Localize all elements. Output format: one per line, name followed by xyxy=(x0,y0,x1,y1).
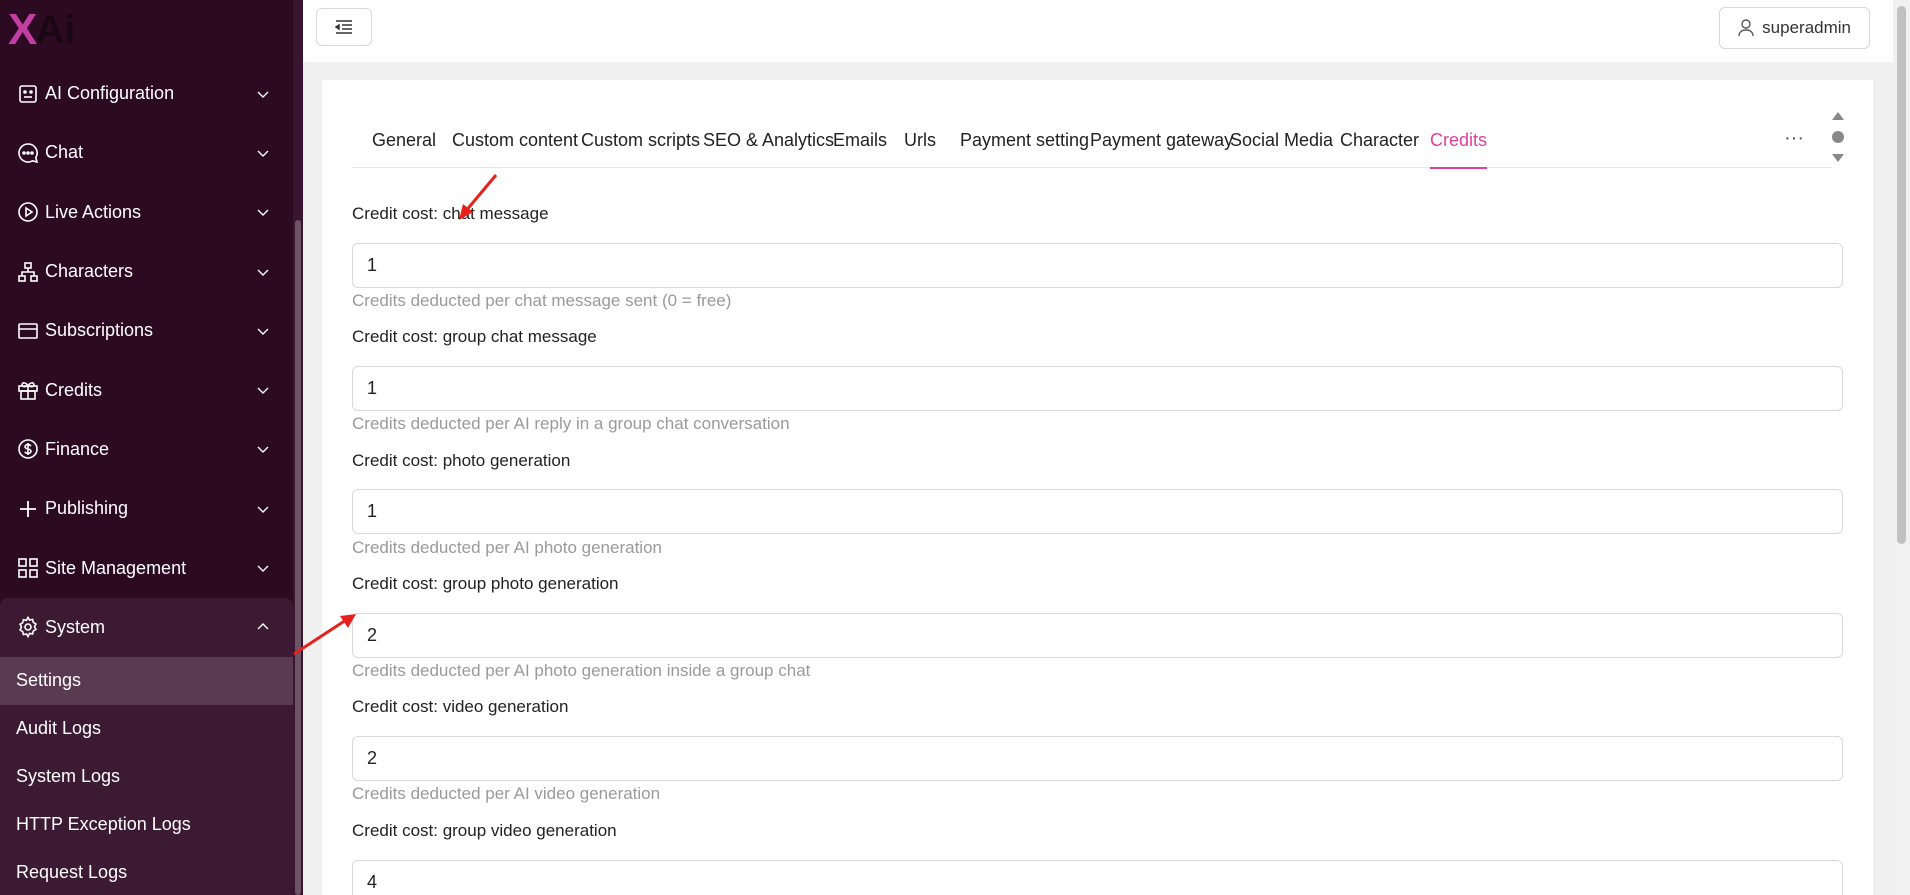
sidebar-item-live-actions[interactable]: Live Actions xyxy=(0,183,293,242)
sidebar-item-label: Subscriptions xyxy=(45,320,154,341)
menu-toggle-button[interactable] xyxy=(316,8,372,46)
sidebar-item-label: Publishing xyxy=(45,498,129,519)
grid-icon xyxy=(17,557,39,579)
tab-payment-gateway[interactable]: Payment gateway xyxy=(1090,118,1233,168)
tab-urls[interactable]: Urls xyxy=(904,118,936,168)
chevron-down-icon xyxy=(257,328,269,335)
tab-character[interactable]: Character xyxy=(1340,118,1419,168)
field-label-chat-message: Credit cost: chat message xyxy=(352,204,549,223)
settings-card: General Custom content Custom scripts SE… xyxy=(322,80,1873,895)
sidebar-subitem-http-exception-logs[interactable]: HTTP Exception Logs xyxy=(0,800,293,849)
tab-custom-scripts[interactable]: Custom scripts xyxy=(581,118,700,168)
field-label-group-photo-generation: Credit cost: group photo generation xyxy=(352,574,619,593)
sidebar-item-label: Characters xyxy=(45,261,134,282)
sidebar-subitem-settings[interactable]: Settings xyxy=(0,656,293,705)
field-label-group-chat-message: Credit cost: group chat message xyxy=(352,327,597,346)
chevron-down-icon xyxy=(257,209,269,217)
chevron-up-icon xyxy=(257,623,269,630)
hierarchy-icon xyxy=(17,261,39,283)
photo-generation-cost-input[interactable] xyxy=(352,489,1843,534)
logo: X Ai xyxy=(8,8,75,52)
gift-icon xyxy=(17,379,39,401)
page-scrollbar[interactable] xyxy=(1893,0,1910,895)
tab-custom-content[interactable]: Custom content xyxy=(452,118,578,168)
gear-icon xyxy=(17,616,39,639)
card-icon xyxy=(17,320,39,342)
play-circle-icon xyxy=(17,201,39,223)
sidebar-nav: AI Configuration Chat Live Actions Chara… xyxy=(0,64,293,895)
sidebar-subitem-audit-logs[interactable]: Audit Logs xyxy=(0,704,293,753)
field-help-group-photo-generation: Credits deducted per AI photo generation… xyxy=(352,661,811,680)
sidebar-item-finance[interactable]: Finance xyxy=(0,420,293,479)
tab-payment-setting[interactable]: Payment setting xyxy=(960,118,1089,168)
tab-more-button[interactable]: ··· xyxy=(1784,118,1804,168)
sidebar-scrollbar-thumb[interactable] xyxy=(295,220,301,895)
sidebar-item-subscriptions[interactable]: Subscriptions xyxy=(0,301,293,360)
sidebar-item-characters[interactable]: Characters xyxy=(0,242,293,301)
field-label-video-generation: Credit cost: video generation xyxy=(352,697,569,716)
chat-bubble-icon xyxy=(17,142,39,164)
tab-seo-analytics[interactable]: SEO & Analytics xyxy=(703,118,834,168)
user-icon xyxy=(1738,19,1754,37)
field-help-photo-generation: Credits deducted per AI photo generation xyxy=(352,538,662,557)
user-name: superadmin xyxy=(1762,18,1851,37)
topbar: superadmin xyxy=(303,0,1893,62)
sidebar-item-label: Credits xyxy=(45,379,103,400)
tab-credits[interactable]: Credits xyxy=(1430,118,1488,169)
field-help-video-generation: Credits deducted per AI video generation xyxy=(352,784,661,803)
group-chat-message-cost-input[interactable] xyxy=(352,366,1843,411)
group-video-generation-cost-input[interactable] xyxy=(352,860,1843,895)
sidebar-item-publishing[interactable]: Publishing xyxy=(0,479,293,538)
chevron-down-icon xyxy=(257,150,269,157)
field-help-chat-message: Credits deducted per chat message sent (… xyxy=(352,291,732,310)
tab-general[interactable]: General xyxy=(372,118,436,168)
chevron-down-icon xyxy=(257,446,269,454)
video-generation-cost-input[interactable] xyxy=(352,736,1843,781)
tab-social-media[interactable]: Social Media xyxy=(1230,118,1333,168)
sidebar: X Ai AI Configuration Chat Live Actions xyxy=(0,0,303,895)
logo-ai: Ai xyxy=(35,8,76,52)
robot-icon xyxy=(17,83,39,105)
tab-scroll-control[interactable] xyxy=(1830,110,1846,164)
logo-x: X xyxy=(8,5,37,54)
sidebar-item-system[interactable]: System xyxy=(0,597,293,657)
sidebar-item-label: Chat xyxy=(45,142,84,163)
user-menu-button[interactable]: superadmin xyxy=(1719,7,1870,49)
sidebar-item-credits[interactable]: Credits xyxy=(0,360,293,419)
sidebar-item-site-management[interactable]: Site Management xyxy=(0,538,293,597)
field-help-group-chat-message: Credits deducted per AI reply in a group… xyxy=(352,414,790,433)
sidebar-scrollbar[interactable] xyxy=(293,0,303,895)
sidebar-subitem-system-logs[interactable]: System Logs xyxy=(0,752,293,801)
chevron-down-icon xyxy=(257,269,269,276)
field-label-photo-generation: Credit cost: photo generation xyxy=(352,451,571,470)
sidebar-item-label: System xyxy=(45,616,106,637)
group-photo-generation-cost-input[interactable] xyxy=(352,613,1843,658)
page-scrollbar-thumb[interactable] xyxy=(1897,6,1906,544)
sidebar-item-ai-configuration[interactable]: AI Configuration xyxy=(0,64,293,123)
tab-emails[interactable]: Emails xyxy=(833,118,887,168)
sidebar-item-label: Live Actions xyxy=(45,201,142,222)
sidebar-subitem-request-logs[interactable]: Request Logs xyxy=(0,848,293,895)
sidebar-item-chat[interactable]: Chat xyxy=(0,123,293,182)
field-label-group-video-generation: Credit cost: group video generation xyxy=(352,821,617,840)
chevron-down-icon xyxy=(257,91,269,98)
sidebar-item-label: Finance xyxy=(45,438,110,459)
dollar-circle-icon xyxy=(17,438,39,460)
chevron-down-icon xyxy=(257,387,269,395)
settings-tabs: General Custom content Custom scripts SE… xyxy=(352,118,1832,169)
chevron-down-icon xyxy=(257,506,269,513)
chevron-down-icon xyxy=(257,565,269,573)
chat-message-cost-input[interactable] xyxy=(352,243,1843,288)
sidebar-item-label: Site Management xyxy=(45,557,187,578)
plus-icon xyxy=(17,498,39,520)
menu-fold-icon xyxy=(335,20,352,34)
sidebar-item-label: AI Configuration xyxy=(45,83,175,104)
